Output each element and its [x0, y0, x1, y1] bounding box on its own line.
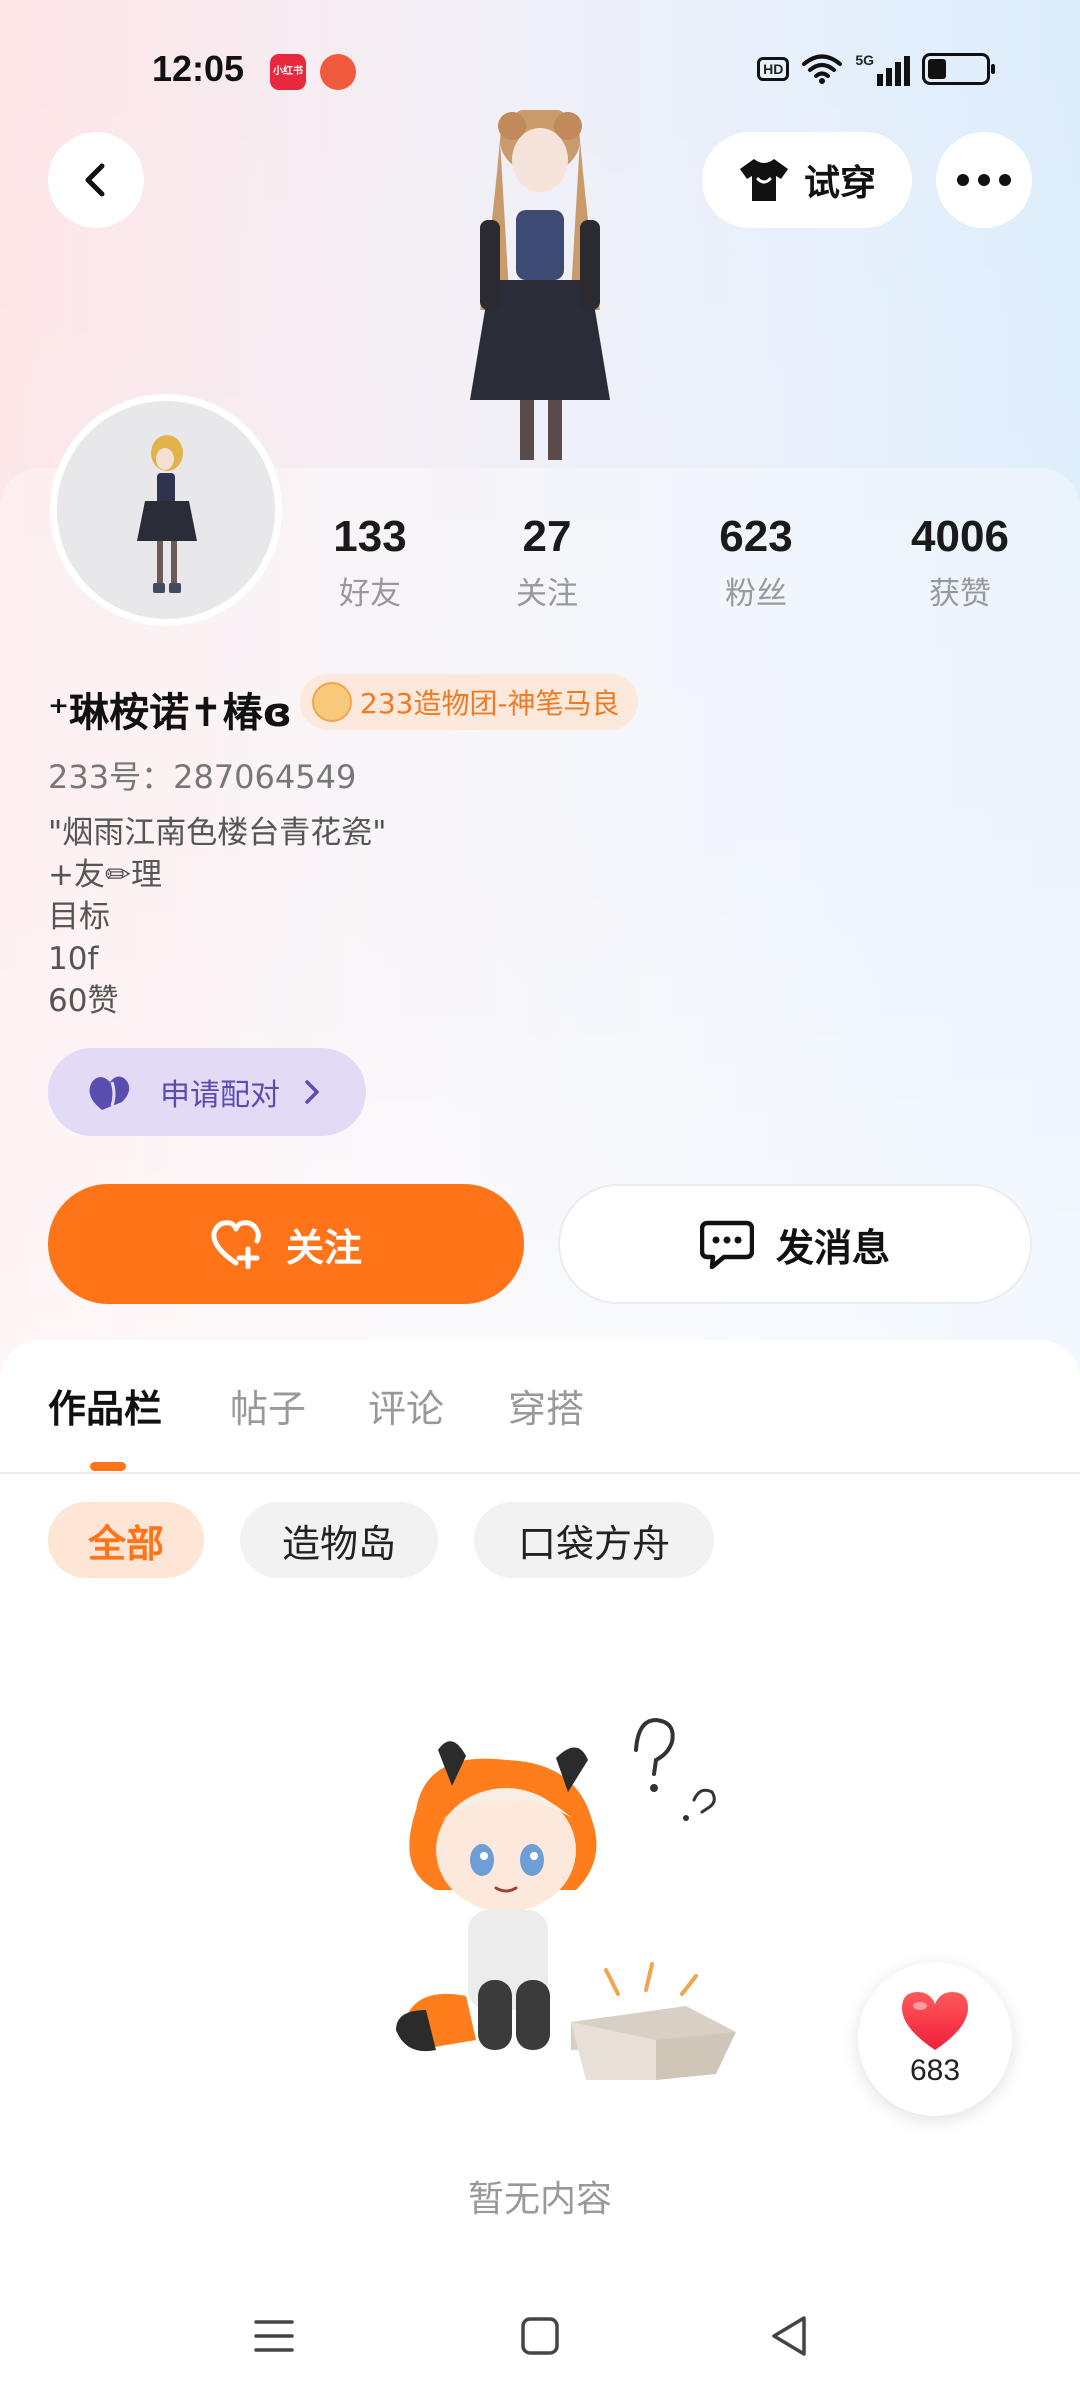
bio-line: +友✏理 — [48, 857, 162, 893]
battery-icon — [922, 53, 995, 85]
stat-label: 获赞 — [929, 576, 991, 612]
signal-5g-icon: 5G — [855, 52, 910, 86]
chevron-left-icon — [85, 163, 105, 197]
bio-line: 10f — [48, 941, 99, 977]
avatar-character-image — [470, 110, 610, 460]
system-navigation-bar — [0, 2290, 1080, 2380]
stat-friends[interactable]: 133 好友 — [300, 512, 440, 613]
notification-app-icon — [320, 54, 356, 90]
stat-value: 27 — [522, 512, 572, 561]
home-square-icon[interactable] — [512, 2308, 568, 2364]
send-message-button[interactable]: 发消息 — [558, 1184, 1032, 1304]
status-bar: 12:05 小红书 HD 5G — [0, 40, 1080, 110]
request-pair-button[interactable]: 申请配对 — [48, 1048, 366, 1136]
stat-followers[interactable]: 623 粉丝 — [686, 512, 826, 613]
tab-outfits[interactable]: 穿搭 — [508, 1378, 584, 1433]
bio-line: "烟雨江南色楼台青花瓷" — [48, 815, 387, 851]
try-on-label: 试穿 — [803, 163, 876, 204]
bio-line: 60赞 — [48, 983, 119, 1019]
send-message-label: 发消息 — [775, 1225, 890, 1270]
wifi-icon — [802, 54, 843, 84]
like-button[interactable]: 683 — [858, 1962, 1012, 2116]
bio: "烟雨江南色楼台青花瓷" +友✏理 目标 10f 60赞 — [48, 812, 387, 1022]
more-dots-icon — [957, 174, 1011, 186]
heart-icon — [902, 1992, 968, 2050]
badge-avatar-icon — [312, 682, 352, 722]
follow-label: 关注 — [285, 1225, 362, 1270]
menu-icon[interactable] — [246, 2308, 302, 2364]
stat-label: 粉丝 — [725, 576, 787, 612]
avatar[interactable] — [50, 394, 282, 626]
filter-all[interactable]: 全部 — [48, 1502, 204, 1578]
filter-pocket-ark[interactable]: 口袋方舟 — [474, 1502, 714, 1578]
active-tab-indicator — [90, 1462, 126, 1471]
profile-tabs: 作品栏 帖子 评论 穿搭 — [0, 1378, 1080, 1474]
back-triangle-icon[interactable] — [762, 2308, 818, 2364]
tshirt-icon — [739, 159, 788, 201]
heart-pair-icon — [89, 1076, 130, 1110]
stat-value: 133 — [333, 512, 407, 561]
empty-state-illustration — [396, 1717, 736, 2080]
empty-state-text: 暂无内容 — [467, 2179, 612, 2220]
like-count: 683 — [909, 2054, 961, 2087]
tab-comments[interactable]: 评论 — [368, 1378, 444, 1433]
nickname: ⁺琳桉诺✝椿ɞ — [48, 690, 292, 736]
badge-label: 233造物团-神笔马良 — [360, 687, 620, 720]
stat-likes: 4006 获赞 — [890, 512, 1030, 613]
tab-works[interactable]: 作品栏 — [48, 1378, 162, 1433]
try-on-button[interactable]: 试穿 — [702, 132, 912, 228]
heart-plus-icon — [211, 1220, 261, 1269]
chevron-right-icon — [305, 1080, 319, 1104]
user-id: 233号：287064549 — [48, 758, 357, 796]
profile-stats: 133 好友 27 关注 623 粉丝 4006 获赞 — [300, 512, 1060, 622]
back-button[interactable] — [48, 132, 144, 228]
stat-label: 关注 — [516, 576, 578, 612]
filter-creation-island[interactable]: 造物岛 — [240, 1502, 438, 1578]
xiaohongshu-app-icon: 小红书 — [270, 54, 306, 90]
tabs-divider — [0, 1472, 1080, 1474]
follow-button[interactable]: 关注 — [48, 1184, 524, 1304]
request-pair-label: 申请配对 — [160, 1078, 280, 1113]
hd-icon: HD — [757, 57, 790, 81]
stat-following[interactable]: 27 关注 — [477, 512, 617, 613]
chat-bubble-icon — [699, 1220, 754, 1269]
status-time: 12:05 — [152, 48, 245, 89]
status-indicators: HD 5G — [757, 52, 995, 86]
creator-badge[interactable]: 233造物团-神笔马良 — [300, 674, 638, 730]
stat-label: 好友 — [339, 576, 401, 612]
avatar-figure-image — [137, 435, 197, 593]
stat-value: 4006 — [911, 512, 1009, 561]
bio-line: 目标 — [48, 899, 110, 935]
more-button[interactable] — [936, 132, 1032, 228]
tab-posts[interactable]: 帖子 — [230, 1378, 306, 1433]
stat-value: 623 — [719, 512, 793, 561]
